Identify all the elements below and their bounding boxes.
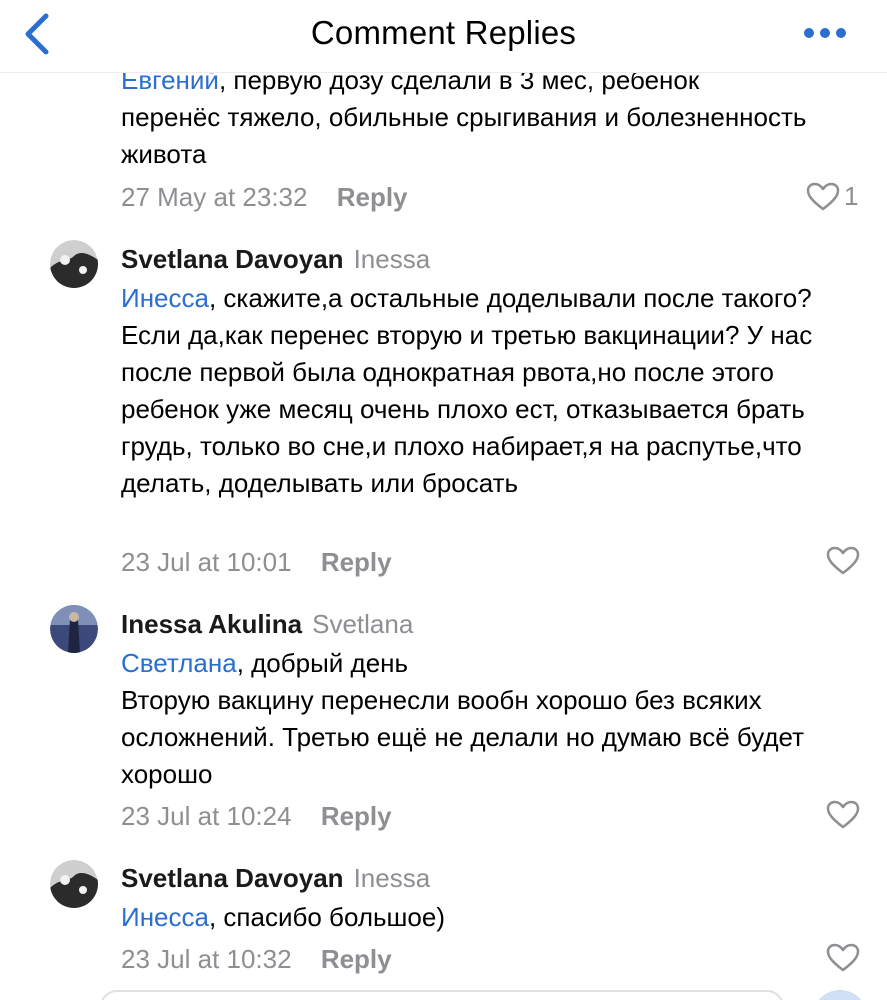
more-button[interactable] bbox=[803, 26, 847, 40]
like-button[interactable] bbox=[826, 800, 860, 830]
comment-text: Светлана, добрый день Вторую вакцину пер… bbox=[121, 648, 805, 789]
avatar[interactable] bbox=[50, 240, 98, 288]
reply-button[interactable]: Reply bbox=[337, 182, 408, 212]
like-count: 1 bbox=[844, 181, 859, 211]
like-button[interactable]: 1 bbox=[806, 181, 858, 212]
comment-author: Inessa Akulina Svetlana bbox=[121, 608, 413, 640]
navigation-bar: Comment Replies bbox=[0, 0, 887, 73]
mention-link[interactable]: Инесса bbox=[121, 283, 209, 313]
comment-meta: 23 Jul at 10:01 Reply bbox=[121, 546, 392, 578]
avatar-image bbox=[50, 605, 98, 653]
like-button[interactable] bbox=[826, 546, 860, 576]
author-name[interactable]: Svetlana Davoyan bbox=[121, 863, 344, 893]
reply-button[interactable]: Reply bbox=[321, 801, 392, 831]
avatar[interactable] bbox=[50, 860, 98, 908]
comment-author: Svetlana Davoyan Inessa bbox=[121, 862, 430, 894]
comment-time: 23 Jul at 10:24 bbox=[121, 801, 292, 831]
page-title: Comment Replies bbox=[310, 14, 577, 51]
reply-button[interactable]: Reply bbox=[321, 547, 392, 577]
comment-text: Инесса, спасибо большое) bbox=[121, 902, 445, 932]
avatar-image bbox=[50, 860, 98, 908]
partial-comment-text: Евгений, первую дозу сделали в 3 мес, ре… bbox=[121, 65, 807, 169]
mention-link[interactable]: Светлана bbox=[121, 648, 237, 678]
comment-input[interactable] bbox=[100, 990, 784, 1000]
reply-to-name[interactable]: Inessa bbox=[354, 863, 431, 893]
reply-to-name[interactable]: Svetlana bbox=[312, 609, 413, 639]
mention-link[interactable]: Инесса bbox=[121, 902, 209, 932]
heart-icon bbox=[806, 182, 840, 210]
like-button[interactable] bbox=[826, 943, 860, 973]
comment-time: 23 Jul at 10:01 bbox=[121, 547, 292, 577]
comment-meta: 23 Jul at 10:32 Reply bbox=[121, 943, 392, 975]
heart-icon bbox=[826, 800, 860, 829]
reply-button[interactable]: Reply bbox=[321, 944, 392, 974]
author-name[interactable]: Inessa Akulina bbox=[121, 609, 302, 639]
more-horizontal-icon bbox=[804, 28, 846, 38]
comment-time: 27 May at 23:32 bbox=[121, 182, 308, 212]
avatar-image bbox=[50, 240, 98, 288]
comment-text: Инесса, скажите,а остальные доделывали п… bbox=[121, 283, 813, 498]
comment-feed: Евгений, первую дозу сделали в 3 мес, ре… bbox=[0, 0, 887, 1000]
reply-to-name[interactable]: Inessa bbox=[354, 244, 431, 274]
send-button[interactable] bbox=[812, 990, 868, 1000]
comment-meta: 27 May at 23:32 Reply bbox=[121, 181, 408, 213]
heart-icon bbox=[826, 546, 860, 575]
avatar[interactable] bbox=[50, 605, 98, 653]
comment-meta: 23 Jul at 10:24 Reply bbox=[121, 800, 392, 832]
author-name[interactable]: Svetlana Davoyan bbox=[121, 244, 344, 274]
heart-icon bbox=[826, 943, 860, 972]
comment-time: 23 Jul at 10:32 bbox=[121, 944, 292, 974]
comment-author: Svetlana Davoyan Inessa bbox=[121, 243, 430, 275]
